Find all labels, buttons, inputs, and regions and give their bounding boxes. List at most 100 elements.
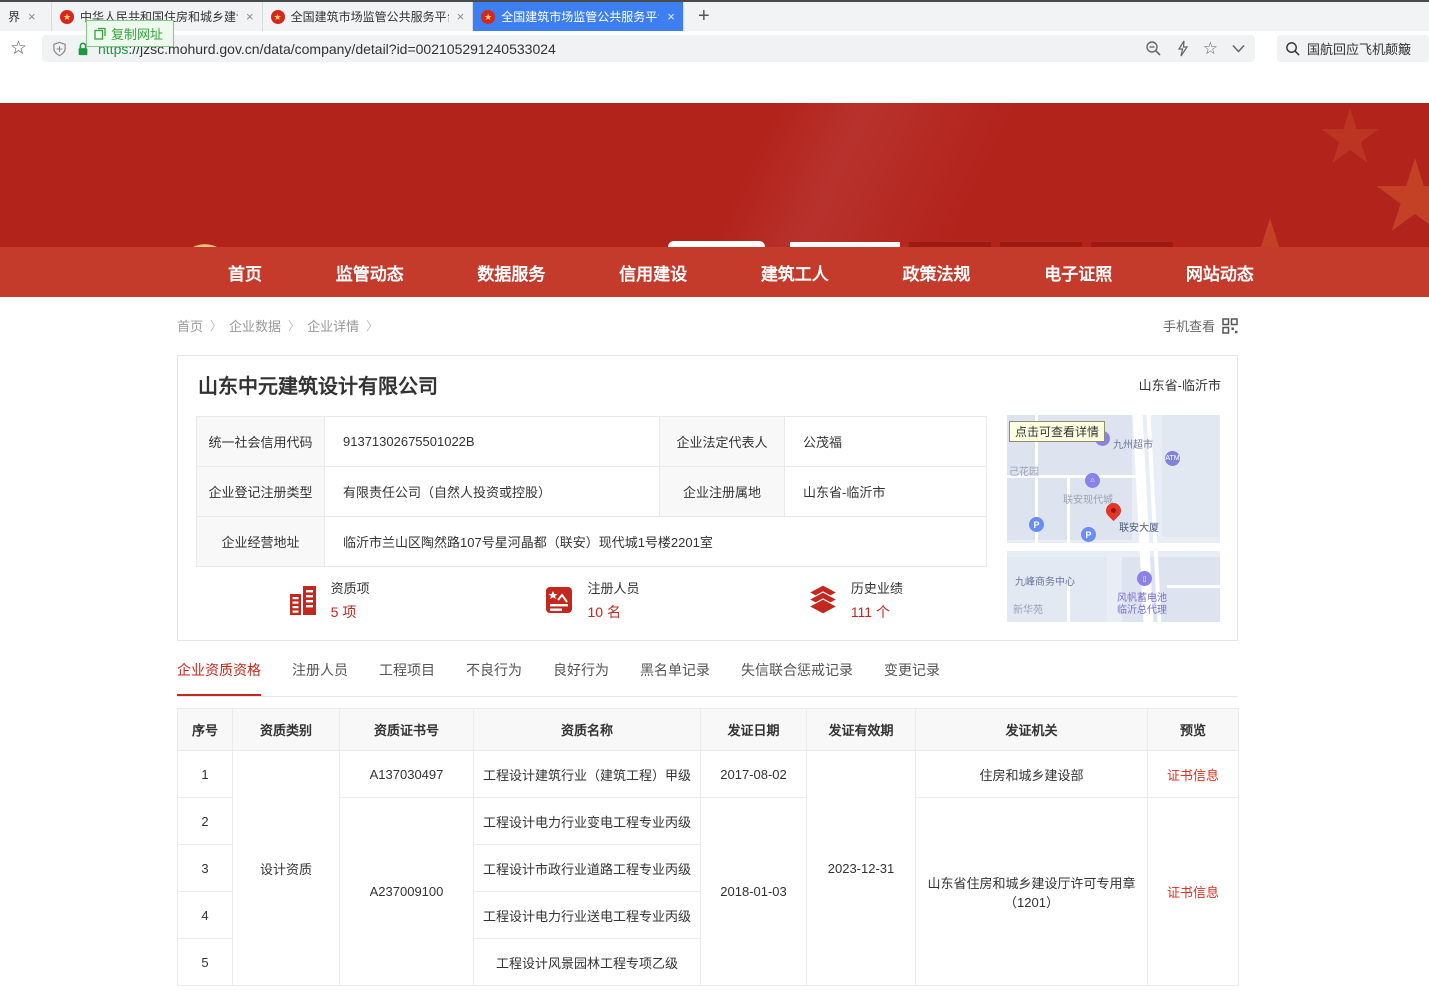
qualification-name: 工程设计市政行业道路工程专业丙级 (474, 845, 701, 892)
browser-tab-active[interactable]: ★ 全国建筑市场监管公共服务平台 × (473, 2, 684, 31)
quick-search-box[interactable]: 国航回应飞机颠簸 (1277, 35, 1429, 62)
lightning-reader-icon[interactable] (1176, 40, 1189, 57)
stat-value: 111 个 (851, 602, 903, 622)
map-block (1162, 415, 1220, 537)
issuing-authority: 山东省住房和城乡建设厅许可专用章（1201） (916, 798, 1148, 986)
quick-search-text: 国航回应飞机颠簸 (1307, 39, 1411, 58)
table-row: 统一社会信用代码 91371302675501022B 企业法定代表人 公茂福 (197, 417, 987, 467)
browser-window: 界 × ★ 中华人民共和国住房和城乡建设 × ★ 全国建筑市场监管公共服务平台 … (0, 0, 1429, 996)
issuing-authority: 住房和城乡建设部 (916, 751, 1148, 798)
tab-registered-personnel[interactable]: 注册人员 (292, 660, 348, 696)
map-label: 新华苑 (1013, 601, 1043, 616)
issue-date: 2017-08-02 (701, 751, 807, 798)
breadcrumb-home[interactable]: 首页 (177, 316, 203, 335)
cert-no: A237009100 (340, 798, 474, 986)
map-road (1067, 475, 1070, 543)
tab-close-icon[interactable]: × (28, 9, 36, 24)
tab-good-behavior[interactable]: 良好行为 (553, 660, 609, 696)
zoom-out-icon[interactable] (1145, 40, 1162, 57)
stat-historical-performance[interactable]: 历史业绩 111 个 (723, 578, 986, 622)
tab-bad-behavior[interactable]: 不良行为 (466, 660, 522, 696)
tab-close-icon[interactable]: × (246, 9, 254, 24)
tab-blacklist[interactable]: 黑名单记录 (640, 660, 710, 696)
location-map[interactable]: 点击可查看详情 ⌂ 九州超市 ATM 己花园 ⌂ 联安现代城 联安大厦 P P … (1007, 415, 1220, 622)
nav-data-service[interactable]: 数据服务 (477, 260, 545, 285)
building-icon (286, 583, 320, 617)
col-header-issue-date: 发证日期 (701, 709, 807, 751)
map-label: 九州超市 (1113, 436, 1153, 451)
tab-close-icon[interactable]: × (667, 9, 675, 24)
issue-date: 2018-01-03 (701, 798, 807, 986)
nav-credit[interactable]: 信用建设 (619, 260, 687, 285)
table-row: 企业登记注册类型 有限责任公司（自然人投资或控股） 企业注册属地 山东省-临沂市 (197, 467, 987, 517)
qualification-category: 设计资质 (233, 751, 340, 986)
chevron-right-icon: 〉 (210, 317, 222, 334)
col-header-authority: 发证机关 (916, 709, 1148, 751)
stat-label: 注册人员 (587, 578, 639, 597)
tab-change-records[interactable]: 变更记录 (884, 660, 940, 696)
registration-type-value: 有限责任公司（自然人投资或控股） (325, 467, 660, 517)
tab-qualifications[interactable]: 企业资质资格 (177, 660, 261, 696)
col-header-no: 序号 (178, 709, 233, 751)
browser-toolbar: ☆ https://jzsc.mohurd.gov.cn/data/compan… (0, 31, 1429, 66)
registration-region-value: 山东省-临沂市 (785, 467, 987, 517)
col-header-valid-until: 发证有效期 (807, 709, 916, 751)
company-stats: 资质项 5 项 注册人员 10 名 (196, 578, 986, 622)
stat-value: 10 名 (587, 602, 639, 622)
browser-tab-2[interactable]: ★ 全国建筑市场监管公共服务平台 × (263, 2, 474, 31)
breadcrumb-enterprise-detail[interactable]: 企业详情 (307, 316, 359, 335)
nav-policy[interactable]: 政策法规 (903, 260, 971, 285)
address-bar[interactable]: https://jzsc.mohurd.gov.cn/data/company/… (42, 35, 1255, 62)
copy-icon (94, 27, 106, 40)
stat-value: 5 项 (331, 602, 370, 622)
map-road (1167, 585, 1220, 588)
tab-title: 界 (8, 8, 20, 25)
bookmark-star-icon[interactable]: ☆ (10, 37, 27, 60)
row-no: 5 (178, 939, 233, 986)
nav-site-news[interactable]: 网站动态 (1186, 260, 1254, 285)
url-rest: ://jzsc.mohurd.gov.cn/data/company/detai… (128, 41, 555, 57)
table-row: 1 设计资质 A137030497 工程设计建筑行业（建筑工程）甲级 2017-… (178, 751, 1239, 798)
tab-dishonesty-records[interactable]: 失信联合惩戒记录 (741, 660, 853, 696)
legal-representative-value: 公茂福 (785, 417, 987, 467)
main-navigation: 首页 监管动态 数据服务 信用建设 建筑工人 政策法规 电子证照 网站动态 (0, 247, 1429, 297)
tab-close-icon[interactable]: × (457, 9, 465, 24)
stat-registered-personnel[interactable]: 注册人员 10 名 (459, 578, 722, 622)
field-label: 企业登记注册类型 (197, 467, 325, 517)
new-tab-button[interactable]: + (684, 2, 724, 31)
chevron-down-icon[interactable] (1232, 44, 1245, 53)
qualification-name: 工程设计建筑行业（建筑工程）甲级 (474, 751, 701, 798)
certificate-info-link[interactable]: 证书信息 (1148, 798, 1239, 986)
detail-tab-bar: 企业资质资格 注册人员 工程项目 不良行为 良好行为 黑名单记录 失信联合惩戒记… (177, 660, 1238, 697)
breadcrumb-enterprise-data[interactable]: 企业数据 (229, 316, 281, 335)
company-info-table: 统一社会信用代码 91371302675501022B 企业法定代表人 公茂福 … (196, 416, 987, 567)
qualification-table: 序号 资质类别 资质证书号 资质名称 发证日期 发证有效期 发证机关 预览 1 … (177, 708, 1239, 986)
layers-icon (806, 583, 840, 617)
shield-permission-icon[interactable] (52, 41, 67, 57)
emblem-favicon: ★ (481, 10, 495, 24)
field-label: 企业法定代表人 (660, 417, 785, 467)
nav-supervision[interactable]: 监管动态 (336, 260, 404, 285)
nav-workers[interactable]: 建筑工人 (761, 260, 829, 285)
credit-code-value: 91371302675501022B (325, 417, 660, 467)
mobile-view-label: 手机查看 (1163, 316, 1215, 335)
favorite-star-icon[interactable]: ☆ (1203, 40, 1218, 57)
nav-e-license[interactable]: 电子证照 (1044, 260, 1112, 285)
tab-projects[interactable]: 工程项目 (379, 660, 435, 696)
header-light-sweep (0, 103, 1429, 247)
nav-home[interactable]: 首页 (228, 260, 262, 285)
col-header-category: 资质类别 (233, 709, 340, 751)
stat-label: 历史业绩 (851, 578, 903, 597)
tab-title: 全国建筑市场监管公共服务平台 (291, 8, 449, 25)
atm-marker-icon: ATM (1165, 451, 1180, 466)
certificate-book-icon (542, 583, 576, 617)
browser-tab-0[interactable]: 界 × (0, 2, 52, 31)
col-header-cert-no: 资质证书号 (340, 709, 474, 751)
cert-no: A137030497 (340, 751, 474, 798)
certificate-info-link[interactable]: 证书信息 (1148, 751, 1239, 798)
mobile-view-link[interactable]: 手机查看 (1163, 316, 1238, 335)
row-no: 3 (178, 845, 233, 892)
qualification-name: 工程设计电力行业变电工程专业丙级 (474, 798, 701, 845)
stat-qualifications[interactable]: 资质项 5 项 (196, 578, 459, 622)
map-label: 九峰商务中心 (1015, 573, 1075, 588)
